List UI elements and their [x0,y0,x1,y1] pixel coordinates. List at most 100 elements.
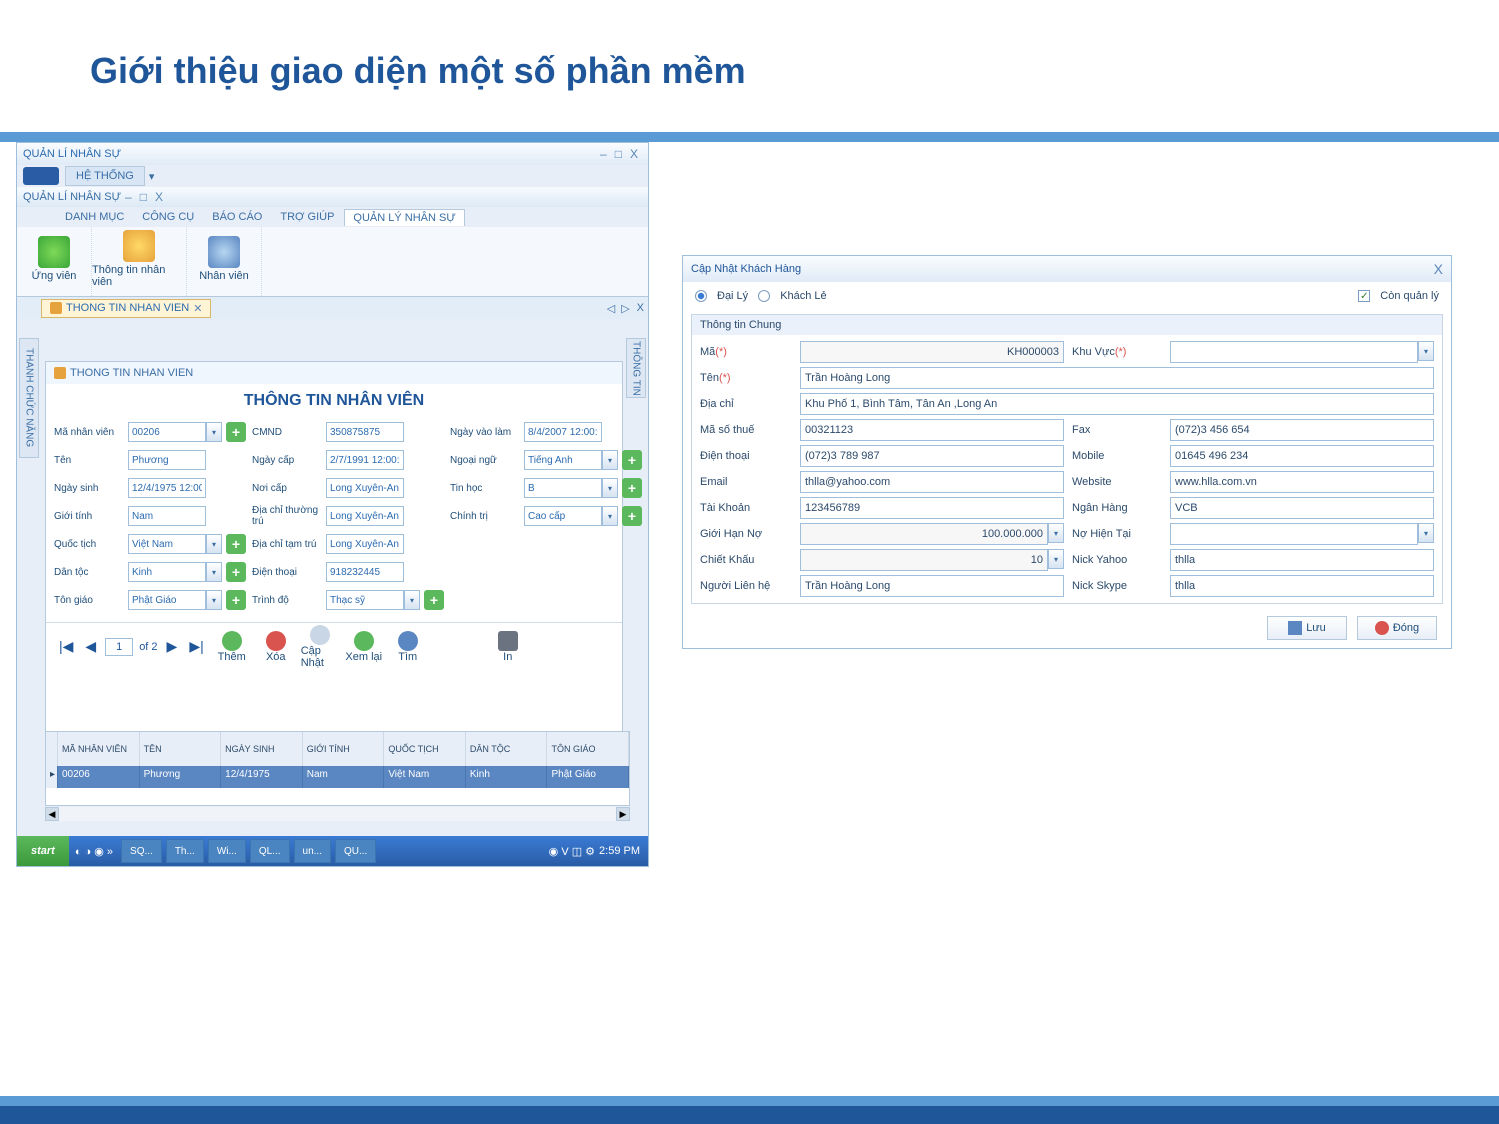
maximize-icon[interactable]: □ [611,147,626,161]
pager-last-icon[interactable]: ▶| [186,638,206,655]
dropdown-icon[interactable]: ▾ [602,478,618,498]
save-button[interactable]: Lưu [1267,616,1347,640]
field-input[interactable] [800,367,1434,389]
table-cell[interactable]: 00206 [58,766,140,788]
field-input[interactable] [1170,419,1434,441]
system-tray[interactable]: ◉ V ◫ ⚙ 2:59 PM [541,845,648,858]
field-input[interactable] [326,422,404,442]
add-button[interactable]: + [226,422,246,442]
field-input[interactable] [524,478,602,498]
action-cap-nhat[interactable]: Cập Nhật [301,625,339,669]
action-xoa[interactable]: Xóa [257,631,295,663]
radio-khach-le[interactable] [758,290,770,302]
pager-page-input[interactable] [105,638,133,656]
dropdown-icon[interactable]: ▾ [1418,341,1434,361]
add-button[interactable]: + [424,590,444,610]
dropdown-icon[interactable]: ▾ [602,450,618,470]
field-input[interactable] [1170,341,1418,363]
action-tim[interactable]: Tìm [389,631,427,663]
action-xem-lai[interactable]: Xem lại [345,631,383,663]
ribbon-nhan-vien[interactable]: Nhân viên [187,227,262,296]
field-input[interactable] [128,422,206,442]
table-cell[interactable]: Phật Giáo [547,766,629,788]
ribbon-thong-tin-nv[interactable]: Thông tin nhân viên [92,227,187,296]
tab-thong-tin-nhan-vien[interactable]: THONG TIN NHAN VIEN✕ [41,299,211,318]
field-input[interactable] [326,590,404,610]
column-header[interactable]: QUỐC TỊCH [384,732,466,766]
field-input[interactable] [326,506,404,526]
taskbar-item[interactable]: SQ... [121,839,162,863]
horizontal-scrollbar[interactable]: ◀ ▶ [45,807,630,821]
field-input[interactable] [128,562,206,582]
field-input[interactable] [800,393,1434,415]
field-input[interactable] [800,523,1048,545]
inner-maximize-icon[interactable]: □ [136,190,151,204]
add-button[interactable]: + [622,478,642,498]
column-header[interactable]: TÊN [140,732,222,766]
field-input[interactable] [1170,497,1434,519]
field-input[interactable] [800,497,1064,519]
field-input[interactable] [128,534,206,554]
menu-quan-ly-nhan-su[interactable]: QUẢN LÝ NHÂN SỰ [344,209,464,226]
tab-close-all-icon[interactable]: X [633,302,648,314]
row-selector[interactable]: ▸ [46,766,58,788]
add-button[interactable]: + [622,450,642,470]
tab-close-icon[interactable]: ✕ [193,302,202,315]
dropdown-icon[interactable]: ▾ [206,422,222,442]
taskbar-item[interactable]: QL... [250,839,290,863]
field-input[interactable] [1170,575,1434,597]
dropdown-icon[interactable]: ▾ [206,590,222,610]
dropdown-icon[interactable]: ▾ [1048,523,1064,543]
column-header[interactable]: GIỚI TÍNH [303,732,385,766]
pager-first-icon[interactable]: |◀ [56,638,76,655]
action-in[interactable]: In [489,631,527,663]
taskbar-item[interactable]: un... [294,839,331,863]
table-cell[interactable]: Phương [140,766,222,788]
table-cell[interactable]: Việt Nam [384,766,466,788]
table-cell[interactable]: Nam [303,766,385,788]
dropdown-icon[interactable]: ▾ [1048,549,1064,569]
table-cell[interactable]: Kinh [466,766,548,788]
add-button[interactable]: + [226,534,246,554]
radio-dai-ly[interactable] [695,290,707,302]
tray-icons[interactable]: ◉ V ◫ ⚙ [549,845,595,858]
add-button[interactable]: + [226,590,246,610]
field-input[interactable] [1170,471,1434,493]
field-input[interactable] [800,419,1064,441]
field-input[interactable] [800,575,1064,597]
pager-next-icon[interactable]: ▶ [164,638,181,655]
close-icon[interactable]: X [626,147,642,161]
ribbon-ung-vien[interactable]: Ứng viên [17,227,92,296]
dropdown-icon[interactable]: ▾ [602,506,618,526]
field-input[interactable] [326,478,404,498]
column-header[interactable]: NGÀY SINH [221,732,303,766]
column-header[interactable]: MÃ NHÂN VIÊN [58,732,140,766]
action-them[interactable]: Thêm [213,631,251,663]
dropdown-icon[interactable]: ▾ [404,590,420,610]
field-input[interactable] [800,341,1064,363]
table-cell[interactable]: 12/4/1975 [221,766,303,788]
field-input[interactable] [326,450,404,470]
minimize-icon[interactable]: – [596,147,611,161]
field-input[interactable] [800,445,1064,467]
field-input[interactable] [326,534,404,554]
taskbar-item[interactable]: Wi... [208,839,246,863]
menu-tro-giup[interactable]: TRỢ GIÚP [272,209,342,225]
dropdown-icon[interactable]: ▾ [1418,523,1434,543]
inner-close-icon[interactable]: X [151,190,167,204]
tab-next-icon[interactable]: ▷ [618,302,632,315]
scroll-left-icon[interactable]: ◀ [45,807,59,821]
field-input[interactable] [800,549,1048,571]
close-button[interactable]: Đóng [1357,616,1437,640]
tab-prev-icon[interactable]: ◁ [604,302,618,315]
taskbar-item[interactable]: Th... [166,839,204,863]
field-input[interactable] [128,450,206,470]
field-input[interactable] [128,506,206,526]
column-header[interactable]: TÔN GIÁO [547,732,629,766]
field-input[interactable] [800,471,1064,493]
scroll-right-icon[interactable]: ▶ [616,807,630,821]
inner-minimize-icon[interactable]: – [121,190,136,204]
dropdown-icon[interactable]: ▾ [206,534,222,554]
sidebar-left-tab[interactable]: THANH CHỨC NĂNG [19,338,39,458]
field-input[interactable] [1170,549,1434,571]
